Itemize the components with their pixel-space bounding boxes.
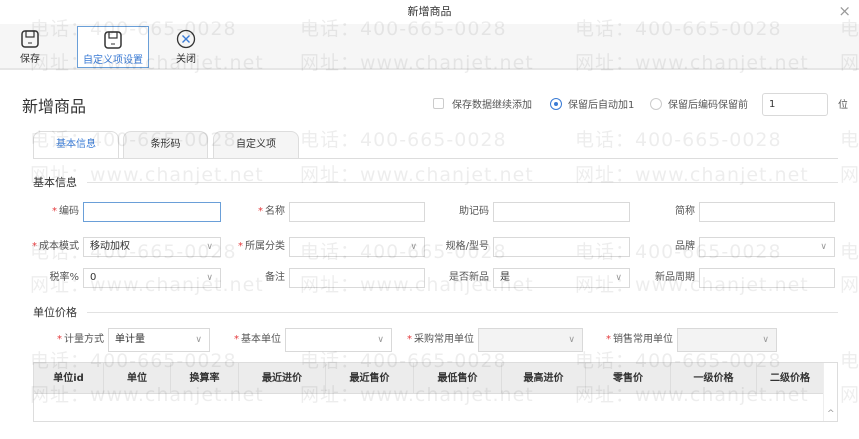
section-title: 单位价格 — [33, 306, 77, 319]
watermark-text: 网址：www.chanjet.net — [840, 274, 859, 296]
custom-settings-label: 自定义项设置 — [83, 55, 143, 66]
watermark-text: 网址：www.chanjet.net — [840, 164, 859, 186]
unit-select[interactable]: ∨ — [285, 328, 392, 352]
vertical-scrollbar[interactable]: ^ — [823, 363, 837, 421]
watermark-text: 电话：400-665-0028 — [840, 129, 859, 151]
field-label: * 所属分类 — [238, 241, 285, 252]
toolbar: 保存 自定义项设置 关闭 — [0, 24, 859, 70]
page-title: 新增商品 — [22, 97, 87, 116]
field-label: * 成本模式 — [32, 241, 79, 252]
section-unit-price: 单位价格 — [33, 304, 838, 320]
unit-select[interactable]: ∨ — [478, 328, 583, 352]
scroll-up-icon[interactable]: ^ — [827, 409, 835, 419]
section-title: 基本信息 — [33, 176, 77, 189]
field-label: 新品周期 — [655, 272, 695, 283]
keep-prefix-radio[interactable]: 保留后编码保留前 — [650, 96, 748, 111]
tab-barcode[interactable]: 条形码 — [123, 131, 208, 158]
field-select[interactable]: ∨ — [699, 237, 835, 257]
checkbox-icon — [433, 98, 444, 109]
column-header[interactable]: 单位 — [104, 363, 171, 394]
save-icon — [104, 31, 122, 49]
digits-unit: 位 — [838, 100, 848, 111]
radio-icon — [650, 97, 662, 110]
save-button[interactable]: 保存 — [10, 26, 50, 68]
section-basic-info: 基本信息 — [33, 174, 838, 190]
field-select[interactable]: 移动加权 ∨ — [83, 237, 221, 257]
auto-increment-label: 保留后自动加1 — [568, 100, 635, 111]
auto-increment-radio[interactable]: 保留后自动加1 — [550, 96, 634, 111]
column-header[interactable]: 换算率 — [171, 363, 239, 394]
field-label: 品牌 — [675, 241, 695, 252]
unit-field-label: * 基本单位 — [234, 334, 281, 345]
field-label: 规格/型号 — [445, 241, 489, 252]
tab-divider — [33, 158, 838, 159]
column-header[interactable]: 一级价格 — [671, 363, 757, 394]
close-label: 关闭 — [176, 54, 196, 65]
unit-field-label: * 销售常用单位 — [606, 334, 673, 345]
field-label: 税率% — [49, 272, 79, 283]
field-label: 备注 — [265, 272, 285, 283]
unit-field-label: * 采购常用单位 — [407, 334, 474, 345]
chevron-down-icon: ∨ — [568, 335, 575, 345]
keep-prefix-label: 保留后编码保留前 — [668, 100, 748, 111]
field-label: * 编码 — [52, 206, 79, 217]
watermark-text: 电话：400-665-0028 — [840, 350, 859, 372]
field-input[interactable] — [289, 268, 425, 288]
column-header[interactable]: 单位id — [34, 363, 104, 394]
prefix-digits-input[interactable]: 1 — [762, 93, 828, 116]
column-header[interactable]: 最近进价 — [239, 363, 326, 394]
field-label: 简称 — [675, 206, 695, 217]
watermark-text: 电话：400-665-0028 — [300, 129, 507, 151]
tab-basic-info[interactable]: 基本信息 — [33, 131, 119, 159]
continue-add-label: 保存数据继续添加 — [452, 100, 532, 111]
field-input[interactable] — [699, 202, 835, 222]
chevron-down-icon: ∨ — [762, 335, 769, 345]
column-header[interactable]: 零售价 — [586, 363, 671, 394]
save-icon — [21, 30, 39, 48]
field-label: 是否新品 — [449, 272, 489, 283]
column-header[interactable]: 二级价格 — [757, 363, 824, 394]
close-icon[interactable]: × — [838, 2, 851, 20]
watermark-text: 电话：400-665-0028 — [575, 129, 782, 151]
table-header: 单位id 单位 换算率 最近进价 最近售价 最低售价 最高进价 零售价 一级价格 二级价格 — [34, 363, 824, 394]
field-input[interactable] — [493, 202, 630, 222]
watermark-text: 电话：400-665-0028 — [840, 241, 859, 263]
close-button[interactable]: 关闭 — [168, 26, 204, 68]
watermark-text: 网址：www.chanjet.net — [840, 384, 859, 406]
close-circle-icon — [176, 29, 196, 49]
chevron-down-icon: ∨ — [377, 335, 384, 345]
field-select[interactable]: 是 ∨ — [493, 268, 630, 288]
unit-price-table: 单位id 单位 换算率 最近进价 最近售价 最低售价 最高进价 零售价 一级价格 二级价格 ^ — [33, 362, 838, 422]
field-select[interactable]: 0 ∨ — [83, 268, 221, 288]
column-header[interactable]: 最低售价 — [414, 363, 502, 394]
chevron-down-icon: ∨ — [820, 242, 827, 252]
field-label: 助记码 — [459, 206, 489, 217]
radio-checked-icon — [550, 97, 562, 110]
unit-field-label: * 计量方式 — [57, 334, 104, 345]
column-header[interactable]: 最高进价 — [502, 363, 586, 394]
tab-custom-items[interactable]: 自定义项 — [213, 131, 299, 158]
field-input[interactable] — [83, 202, 221, 222]
unit-select[interactable]: ∨ — [677, 328, 777, 352]
field-input[interactable] — [699, 268, 835, 288]
column-header[interactable]: 最近售价 — [326, 363, 414, 394]
field-input[interactable] — [289, 202, 425, 222]
save-label: 保存 — [20, 54, 40, 65]
continue-add-checkbox[interactable]: 保存数据继续添加 — [433, 96, 532, 111]
custom-settings-button[interactable]: 自定义项设置 — [77, 26, 149, 68]
field-select[interactable]: ∨ — [289, 237, 425, 257]
field-input[interactable] — [493, 237, 630, 257]
window-title: 新增商品 — [407, 5, 452, 18]
field-label: * 名称 — [258, 206, 285, 217]
